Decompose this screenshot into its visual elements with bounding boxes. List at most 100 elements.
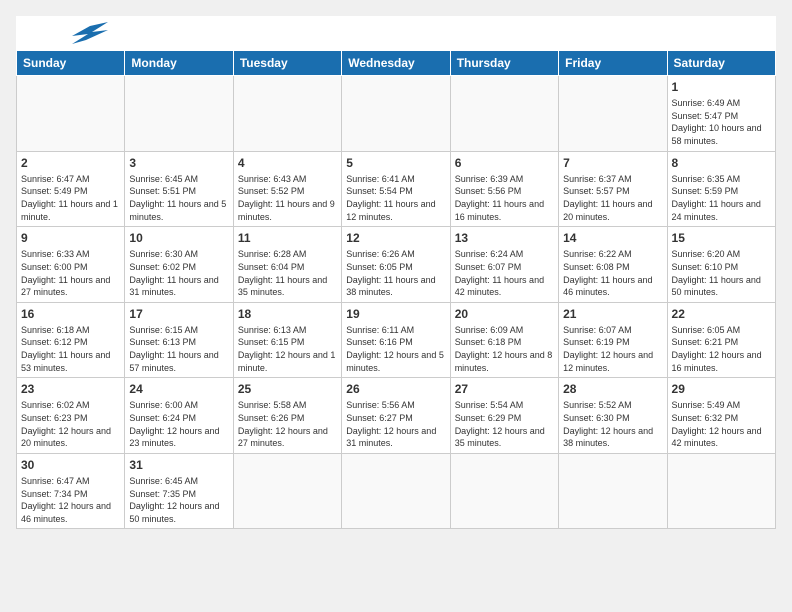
- day-info: Sunrise: 6:45 AM Sunset: 7:35 PM Dayligh…: [129, 475, 228, 525]
- day-number: 23: [21, 381, 120, 397]
- calendar-cell: 23 Sunrise: 6:02 AM Sunset: 6:23 PM Dayli…: [17, 378, 125, 454]
- logo-bird-icon: [72, 22, 108, 44]
- day-info: Sunrise: 5:52 AM Sunset: 6:30 PM Dayligh…: [563, 399, 662, 449]
- day-info: Sunrise: 6:37 AM Sunset: 5:57 PM Dayligh…: [563, 173, 662, 223]
- calendar-cell: [17, 76, 125, 152]
- calendar-week-3: 9 Sunrise: 6:33 AM Sunset: 6:00 PM Daylig…: [17, 227, 776, 303]
- calendar-cell: 19 Sunrise: 6:11 AM Sunset: 6:16 PM Dayli…: [342, 302, 450, 378]
- calendar-cell: 4 Sunrise: 6:43 AM Sunset: 5:52 PM Daylig…: [233, 151, 341, 227]
- calendar-cell: 17Sunrise: 6:15 AM Sunset: 6:13 PM Dayli…: [125, 302, 233, 378]
- day-number: 29: [672, 381, 771, 397]
- calendar-cell: 16 Sunrise: 6:18 AM Sunset: 6:12 PM Dayli…: [17, 302, 125, 378]
- calendar-cell: 31Sunrise: 6:45 AM Sunset: 7:35 PM Dayli…: [125, 453, 233, 529]
- day-number: 4: [238, 155, 337, 171]
- weekday-header-friday: Friday: [559, 51, 667, 76]
- day-info: Sunrise: 6:47 AM Sunset: 7:34 PM Dayligh…: [21, 475, 120, 525]
- calendar-cell: [450, 453, 558, 529]
- day-info: Sunrise: 6:24 AM Sunset: 6:07 PM Dayligh…: [455, 248, 554, 298]
- day-info: Sunrise: 6:07 AM Sunset: 6:19 PM Dayligh…: [563, 324, 662, 374]
- calendar-cell: 29 Sunrise: 5:49 AM Sunset: 6:32 PM Dayli…: [667, 378, 775, 454]
- page-header: [16, 16, 776, 50]
- weekday-header-thursday: Thursday: [450, 51, 558, 76]
- day-info: Sunrise: 6:11 AM Sunset: 6:16 PM Dayligh…: [346, 324, 445, 374]
- day-info: Sunrise: 6:02 AM Sunset: 6:23 PM Dayligh…: [21, 399, 120, 449]
- day-info: Sunrise: 5:54 AM Sunset: 6:29 PM Dayligh…: [455, 399, 554, 449]
- day-info: Sunrise: 6:30 AM Sunset: 6:02 PM Dayligh…: [129, 248, 228, 298]
- day-number: 27: [455, 381, 554, 397]
- day-number: 18: [238, 306, 337, 322]
- calendar-week-1: 1 Sunrise: 6:49 AM Sunset: 5:47 PM Daylig…: [17, 76, 776, 152]
- day-number: 1: [672, 79, 771, 95]
- calendar-cell: 7 Sunrise: 6:37 AM Sunset: 5:57 PM Daylig…: [559, 151, 667, 227]
- calendar-cell: [125, 76, 233, 152]
- weekday-header-monday: Monday: [125, 51, 233, 76]
- calendar-week-4: 16 Sunrise: 6:18 AM Sunset: 6:12 PM Dayli…: [17, 302, 776, 378]
- calendar-cell: 5 Sunrise: 6:41 AM Sunset: 5:54 PM Daylig…: [342, 151, 450, 227]
- day-info: Sunrise: 6:05 AM Sunset: 6:21 PM Dayligh…: [672, 324, 771, 374]
- calendar-cell: [342, 453, 450, 529]
- day-number: 15: [672, 230, 771, 246]
- calendar-cell: 1 Sunrise: 6:49 AM Sunset: 5:47 PM Daylig…: [667, 76, 775, 152]
- calendar-cell: [342, 76, 450, 152]
- calendar-week-2: 2Sunrise: 6:47 AM Sunset: 5:49 PM Daylig…: [17, 151, 776, 227]
- calendar-cell: 30 Sunrise: 6:47 AM Sunset: 7:34 PM Dayli…: [17, 453, 125, 529]
- calendar-cell: 28Sunrise: 5:52 AM Sunset: 6:30 PM Dayli…: [559, 378, 667, 454]
- calendar-week-6: 30 Sunrise: 6:47 AM Sunset: 7:34 PM Dayli…: [17, 453, 776, 529]
- day-info: Sunrise: 5:49 AM Sunset: 6:32 PM Dayligh…: [672, 399, 771, 449]
- calendar-cell: 27 Sunrise: 5:54 AM Sunset: 6:29 PM Dayli…: [450, 378, 558, 454]
- weekday-header-tuesday: Tuesday: [233, 51, 341, 76]
- day-info: Sunrise: 5:58 AM Sunset: 6:26 PM Dayligh…: [238, 399, 337, 449]
- day-info: Sunrise: 5:56 AM Sunset: 6:27 PM Dayligh…: [346, 399, 445, 449]
- calendar-cell: 24Sunrise: 6:00 AM Sunset: 6:24 PM Dayli…: [125, 378, 233, 454]
- day-info: Sunrise: 6:49 AM Sunset: 5:47 PM Dayligh…: [672, 97, 771, 147]
- calendar-page: SundayMondayTuesdayWednesdayThursdayFrid…: [16, 16, 776, 529]
- calendar-week-5: 23 Sunrise: 6:02 AM Sunset: 6:23 PM Dayli…: [17, 378, 776, 454]
- day-number: 8: [672, 155, 771, 171]
- day-number: 26: [346, 381, 445, 397]
- calendar-cell: [559, 453, 667, 529]
- day-number: 24: [129, 381, 228, 397]
- calendar-table: SundayMondayTuesdayWednesdayThursdayFrid…: [16, 50, 776, 529]
- day-number: 13: [455, 230, 554, 246]
- day-info: Sunrise: 6:18 AM Sunset: 6:12 PM Dayligh…: [21, 324, 120, 374]
- calendar-cell: [233, 76, 341, 152]
- calendar-cell: [450, 76, 558, 152]
- calendar-cell: 11 Sunrise: 6:28 AM Sunset: 6:04 PM Dayli…: [233, 227, 341, 303]
- day-number: 9: [21, 230, 120, 246]
- calendar-cell: 20Sunrise: 6:09 AM Sunset: 6:18 PM Dayli…: [450, 302, 558, 378]
- weekday-header-sunday: Sunday: [17, 51, 125, 76]
- day-info: Sunrise: 6:41 AM Sunset: 5:54 PM Dayligh…: [346, 173, 445, 223]
- calendar-cell: 18Sunrise: 6:13 AM Sunset: 6:15 PM Dayli…: [233, 302, 341, 378]
- calendar-cell: 26 Sunrise: 5:56 AM Sunset: 6:27 PM Dayli…: [342, 378, 450, 454]
- calendar-cell: 6Sunrise: 6:39 AM Sunset: 5:56 PM Daylig…: [450, 151, 558, 227]
- day-number: 7: [563, 155, 662, 171]
- calendar-cell: 3 Sunrise: 6:45 AM Sunset: 5:51 PM Daylig…: [125, 151, 233, 227]
- day-info: Sunrise: 6:20 AM Sunset: 6:10 PM Dayligh…: [672, 248, 771, 298]
- day-number: 16: [21, 306, 120, 322]
- day-number: 22: [672, 306, 771, 322]
- calendar-cell: [667, 453, 775, 529]
- day-number: 11: [238, 230, 337, 246]
- weekday-header-wednesday: Wednesday: [342, 51, 450, 76]
- day-number: 6: [455, 155, 554, 171]
- logo: [28, 26, 108, 44]
- day-info: Sunrise: 6:15 AM Sunset: 6:13 PM Dayligh…: [129, 324, 228, 374]
- day-info: Sunrise: 6:43 AM Sunset: 5:52 PM Dayligh…: [238, 173, 337, 223]
- calendar-cell: 9 Sunrise: 6:33 AM Sunset: 6:00 PM Daylig…: [17, 227, 125, 303]
- calendar-cell: [233, 453, 341, 529]
- day-info: Sunrise: 6:47 AM Sunset: 5:49 PM Dayligh…: [21, 173, 120, 223]
- day-number: 19: [346, 306, 445, 322]
- day-number: 5: [346, 155, 445, 171]
- calendar-cell: 22 Sunrise: 6:05 AM Sunset: 6:21 PM Dayli…: [667, 302, 775, 378]
- calendar-header-row: SundayMondayTuesdayWednesdayThursdayFrid…: [17, 51, 776, 76]
- calendar-cell: 15 Sunrise: 6:20 AM Sunset: 6:10 PM Dayli…: [667, 227, 775, 303]
- calendar-cell: [559, 76, 667, 152]
- day-info: Sunrise: 6:45 AM Sunset: 5:51 PM Dayligh…: [129, 173, 228, 223]
- day-info: Sunrise: 6:28 AM Sunset: 6:04 PM Dayligh…: [238, 248, 337, 298]
- calendar-cell: 10Sunrise: 6:30 AM Sunset: 6:02 PM Dayli…: [125, 227, 233, 303]
- day-number: 30: [21, 457, 120, 473]
- calendar-cell: 21Sunrise: 6:07 AM Sunset: 6:19 PM Dayli…: [559, 302, 667, 378]
- day-info: Sunrise: 6:33 AM Sunset: 6:00 PM Dayligh…: [21, 248, 120, 298]
- day-number: 14: [563, 230, 662, 246]
- day-number: 3: [129, 155, 228, 171]
